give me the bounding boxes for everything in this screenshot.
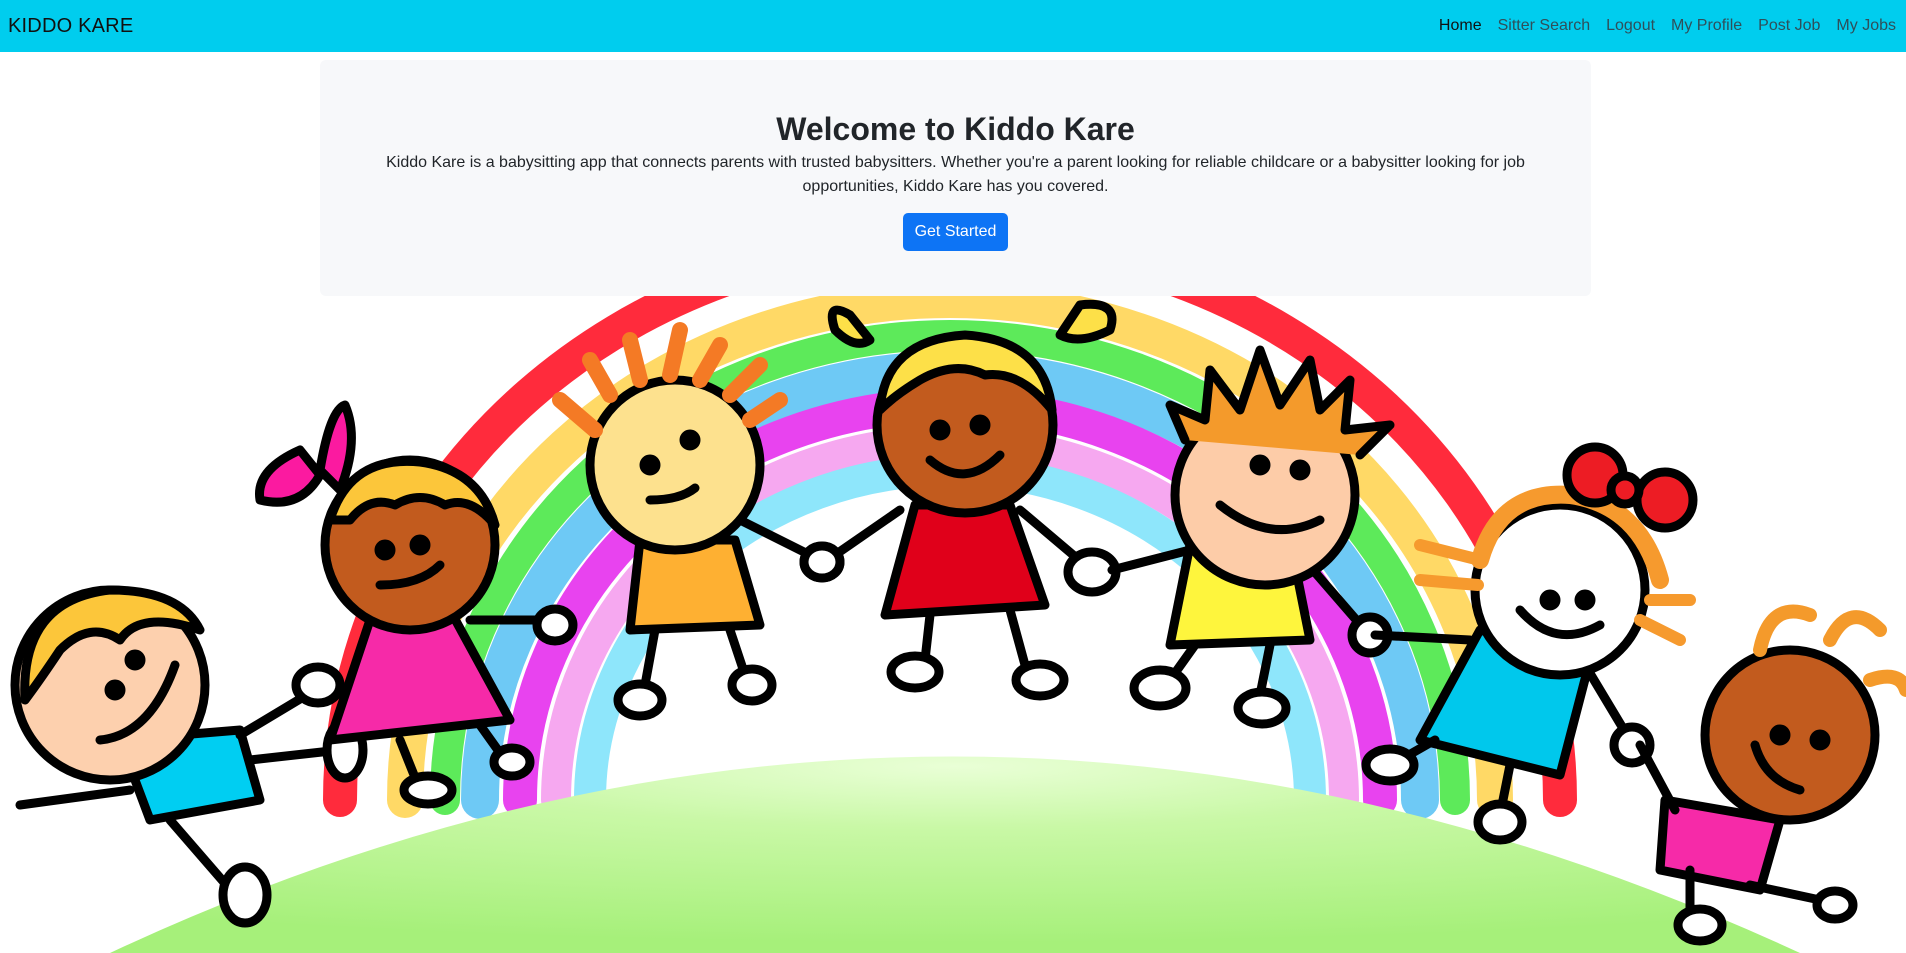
top-navbar: KIDDO KARE Home Sitter Search Logout My …: [0, 0, 1906, 52]
brand-logo[interactable]: KIDDO KARE: [8, 15, 133, 38]
nav-link-logout[interactable]: Logout: [1606, 17, 1655, 35]
welcome-jumbotron: Welcome to Kiddo Kare Kiddo Kare is a ba…: [320, 60, 1591, 296]
nav-link-home[interactable]: Home: [1439, 17, 1482, 35]
get-started-button[interactable]: Get Started: [902, 213, 1009, 251]
nav-link-sitter-search[interactable]: Sitter Search: [1498, 17, 1590, 35]
nav-links: Home Sitter Search Logout My Profile Pos…: [1439, 17, 1898, 35]
nav-link-my-profile[interactable]: My Profile: [1671, 17, 1742, 35]
page-title: Welcome to Kiddo Kare: [776, 111, 1135, 147]
nav-link-my-jobs[interactable]: My Jobs: [1836, 17, 1896, 35]
child-7: [1635, 604, 1906, 946]
nav-link-post-job[interactable]: Post Job: [1758, 17, 1820, 35]
children-rainbow-illustration: [10, 296, 1906, 953]
welcome-description: Kiddo Kare is a babysitting app that con…: [386, 154, 1525, 195]
